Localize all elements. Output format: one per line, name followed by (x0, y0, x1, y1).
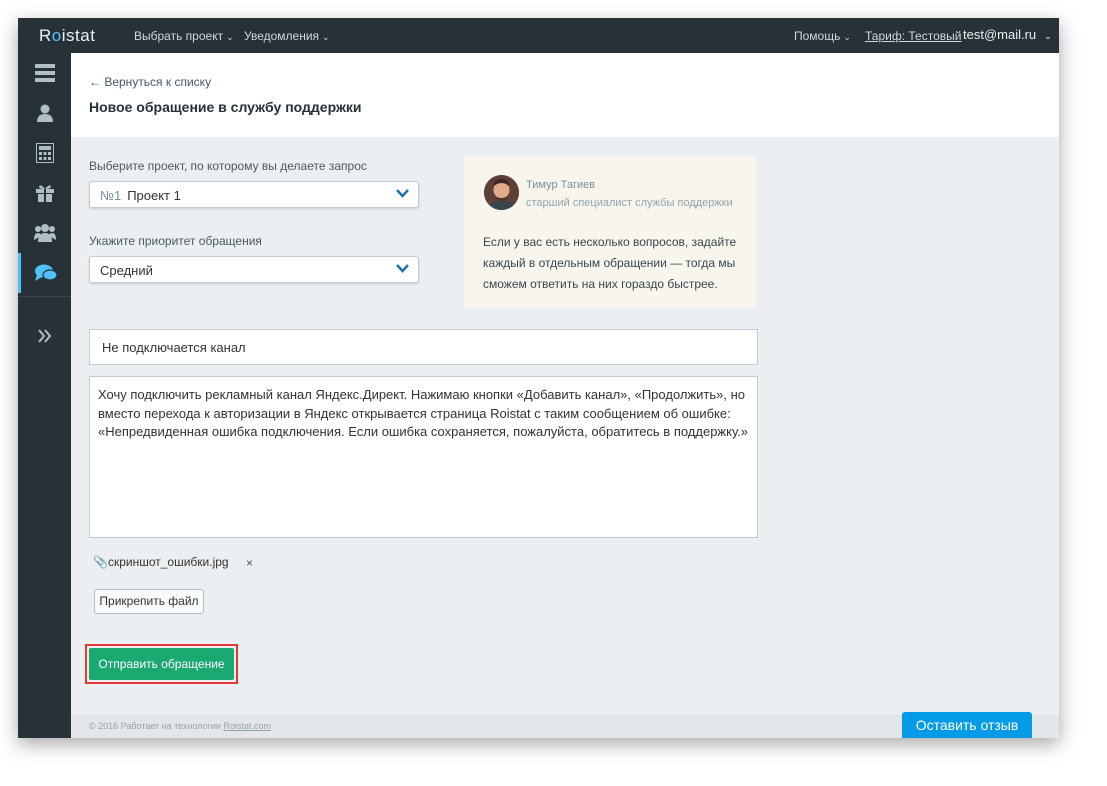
chevron-down-icon: ⌄ (1044, 31, 1052, 41)
sidebar-item-bonus[interactable] (18, 173, 71, 213)
user-menu[interactable]: test@mail.ru ⌄ (963, 27, 1052, 42)
sidebar-item-support[interactable] (18, 253, 71, 293)
sidebar-expand-button[interactable] (18, 316, 71, 356)
chevron-down-icon (396, 189, 409, 198)
project-select[interactable]: №1 Проект 1 (89, 181, 419, 208)
remove-attachment-button[interactable]: × (246, 556, 253, 570)
chevron-down-icon: ⌄ (226, 32, 234, 42)
specialist-photo (484, 175, 519, 210)
priority-select[interactable]: Средний (89, 256, 419, 283)
page-header: ← Вернуться к списку Новое обращение в с… (71, 53, 1059, 137)
chevron-down-icon: ⌄ (843, 32, 851, 42)
roistat-link[interactable]: Roistat.com (223, 721, 271, 731)
chevron-down-icon (396, 264, 409, 273)
priority-select-label: Укажите приоритет обращения (89, 234, 262, 248)
choose-project-menu[interactable]: Выбрать проект ⌄ (134, 29, 234, 43)
sidebar (18, 53, 71, 738)
gift-icon (35, 185, 54, 202)
specialist-role: старший специалист службы поддержки (526, 197, 733, 209)
tip-text: Если у вас есть несколько вопросов, зада… (483, 235, 737, 291)
double-chevron-right-icon (37, 329, 51, 343)
back-to-list-link[interactable]: ← Вернуться к списку (89, 75, 211, 89)
paperclip-icon: 📎 (93, 555, 108, 569)
chevron-down-icon: ⌄ (322, 32, 330, 42)
server-stack-icon (34, 64, 55, 82)
sidebar-item-profile[interactable] (18, 93, 71, 133)
top-navbar: Roistat Выбрать проект ⌄ Уведомления ⌄ Пом… (18, 18, 1059, 53)
chat-icon (35, 264, 57, 281)
app-window: Roistat Выбрать проект ⌄ Уведомления ⌄ Пом… (18, 18, 1059, 738)
leave-feedback-button[interactable]: Оставить отзыв (902, 712, 1032, 738)
message-textarea[interactable]: Хочу подключить рекламный канал Яндекс.Д… (89, 376, 758, 538)
help-menu[interactable]: Помощь ⌄ (794, 29, 851, 43)
submit-request-button[interactable]: Отправить обращение (89, 648, 234, 680)
footer-text: © 2016 Работает на технологии Roistat.co… (89, 721, 271, 731)
attach-file-button[interactable]: Прикрепить файл (94, 589, 204, 614)
avatar (484, 175, 519, 210)
users-icon (33, 224, 56, 242)
roistat-logo[interactable]: Roistat (39, 26, 95, 46)
page-title: Новое обращение в службу поддержки (89, 99, 362, 115)
sidebar-item-calculator[interactable] (18, 133, 71, 173)
sidebar-item-projects[interactable] (18, 53, 71, 93)
project-select-label: Выберите проект, по которому вы делаете … (89, 159, 367, 173)
tariff-link[interactable]: Тариф: Тестовый (865, 29, 961, 43)
notifications-menu[interactable]: Уведомления ⌄ (244, 29, 330, 43)
specialist-name: Тимур Тагиев (526, 179, 596, 191)
attachment-item: 📎скриншот_ошибки.jpg (93, 555, 229, 569)
support-tip-card: Тимур Тагиев старший специалист службы п… (464, 157, 756, 308)
user-icon (36, 104, 53, 122)
sidebar-divider (18, 296, 71, 297)
sidebar-item-team[interactable] (18, 213, 71, 253)
subject-input[interactable]: Не подключается канал (89, 329, 758, 365)
calculator-icon (35, 143, 54, 163)
